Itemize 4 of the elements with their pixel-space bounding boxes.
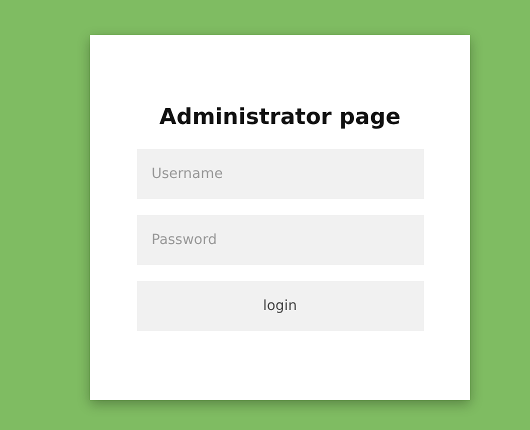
input-field[interactable]: Password [136,215,424,265]
input-field[interactable]: Username [136,149,424,199]
page-title: Administrator page [159,105,401,130]
login-button[interactable]: login [136,281,424,331]
